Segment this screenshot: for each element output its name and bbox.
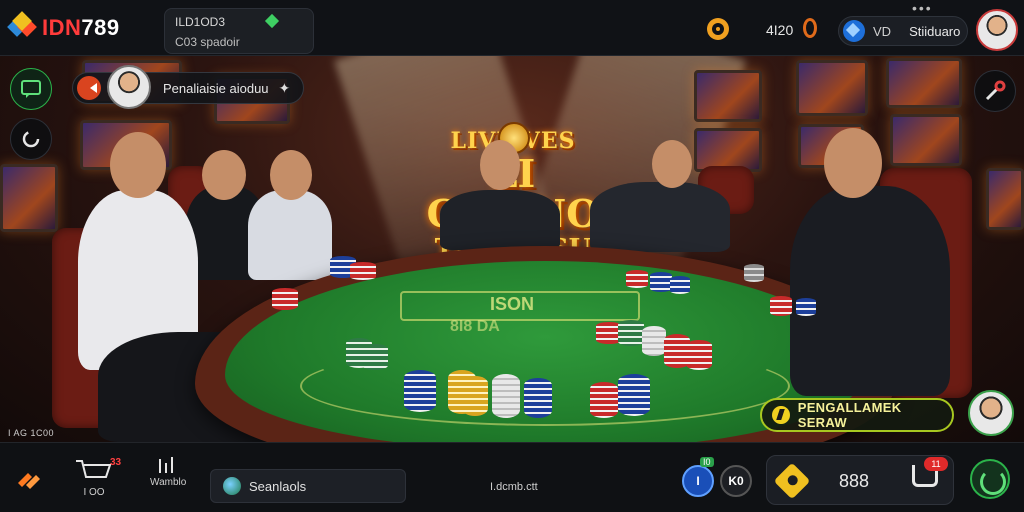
tools-icon (985, 80, 1006, 101)
globe-icon (223, 477, 241, 495)
player-head (202, 150, 246, 200)
trophy-icon: ✦ (278, 79, 291, 96)
play-icon (77, 76, 101, 100)
user-badge-icon (843, 20, 865, 42)
cart-nav-label: I OO (83, 487, 105, 498)
hand-button[interactable] (14, 465, 44, 498)
host-pill[interactable]: Penaliaisie aioduu ✦ (72, 65, 304, 109)
chip-stack (524, 378, 552, 418)
chip-stack (272, 288, 298, 310)
table-odds-text: 8I8 DA (450, 318, 500, 335)
chart-icon (159, 457, 174, 473)
cta-button[interactable]: PENGALLAMEK SERAW (760, 398, 954, 432)
stream-label: I AG 1C00 (8, 428, 55, 438)
cta-label: PENGALLAMEK SERAW (797, 400, 902, 430)
coin-icon (803, 18, 817, 38)
chat-icon (21, 80, 41, 98)
chip-left-label: I (696, 474, 700, 488)
chip-stack (492, 374, 520, 418)
tools-button[interactable] (974, 70, 1016, 112)
bolt-icon (772, 406, 790, 424)
dealer (590, 182, 730, 252)
player-head (110, 132, 166, 198)
wall-screen (890, 114, 962, 166)
balance-value: 888 (839, 471, 870, 491)
cart-nav-badge: 33 (110, 457, 122, 468)
rotate-button[interactable] (10, 118, 52, 160)
search-placeholder: Seanlaols (249, 478, 307, 494)
wall-screen (796, 60, 868, 116)
live-casino-stream[interactable]: LIVE VES LI CASINO TERBAISU ISON 8I8 DA (0, 56, 1024, 442)
player-head (270, 150, 312, 200)
username: Stiiduaro (909, 23, 961, 39)
top-bar: IDN789 ILD1OD3 C03 spadoir 4I20 VD Stiid… (0, 0, 1024, 56)
logo-diamond-icon (7, 11, 37, 42)
search-input[interactable]: Seanlaols (210, 469, 406, 503)
chip-right-label: K0 (728, 474, 744, 488)
chip-stack (686, 340, 712, 370)
wall-screen (0, 164, 58, 232)
chip-stack (770, 296, 792, 316)
profile-avatar[interactable] (976, 9, 1018, 51)
gear-icon[interactable] (707, 18, 729, 40)
brand-logo[interactable]: IDN789 (7, 11, 120, 42)
chip-stack (462, 376, 488, 416)
chip-left-badge: I0 (700, 457, 714, 467)
dealer-head (652, 140, 692, 188)
dealer (440, 190, 560, 250)
wall-screen (886, 58, 962, 108)
refresh-icon[interactable] (970, 459, 1010, 499)
host-avatar (107, 65, 151, 109)
host-pill-text: Penaliaisie aioduu (163, 80, 269, 96)
chip-stack (362, 344, 388, 370)
account-line2: C03 spadoir (175, 35, 240, 49)
chip-stack (626, 270, 648, 288)
bottom-bar: 33 I OO Wamblo Seanlaols I.dcmb.ctt I I0… (0, 442, 1024, 512)
brand-name: IDN789 (42, 15, 120, 40)
wall-screen (694, 70, 762, 122)
account-panel[interactable]: ILD1OD3 C03 spadoir (164, 8, 314, 54)
coin-count: 4I20 (766, 22, 794, 38)
chip-stack (618, 374, 650, 416)
chip-stack (650, 272, 672, 292)
player (248, 190, 332, 280)
stats-nav-item[interactable]: Wamblo (150, 455, 186, 488)
dealer-head (480, 140, 520, 190)
cart-badge: 11 (924, 457, 948, 471)
chat-button[interactable] (10, 68, 52, 110)
chip-stack (642, 326, 666, 356)
table-marking-text: ISON (490, 294, 535, 314)
account-line1: ILD1OD3 (175, 15, 226, 29)
chip-stack (618, 320, 644, 346)
tag-icon (773, 462, 811, 500)
hand-icon (18, 473, 40, 489)
menu-icon[interactable]: ••• (912, 0, 933, 16)
chip-stack (590, 382, 618, 418)
support-avatar[interactable] (968, 390, 1014, 436)
user-pill[interactable]: VD Stiiduaro (838, 16, 968, 46)
player-head (824, 128, 882, 198)
chip-stack (350, 262, 376, 280)
center-label: I.dcmb.ctt (490, 481, 538, 493)
rotate-icon (22, 130, 40, 148)
chip-stack (744, 264, 764, 282)
chip-stack (670, 276, 690, 294)
player (790, 186, 950, 396)
wall-screen (986, 168, 1024, 230)
chip-stack (796, 298, 816, 316)
chip-left-button[interactable]: I (682, 465, 714, 497)
chip-stack (404, 370, 436, 412)
cart-nav-item[interactable]: 33 I OO (72, 457, 121, 498)
user-level: VD (873, 23, 892, 39)
stats-nav-label: Wamblo (150, 477, 187, 488)
chip-right-button[interactable]: K0 (720, 465, 752, 497)
